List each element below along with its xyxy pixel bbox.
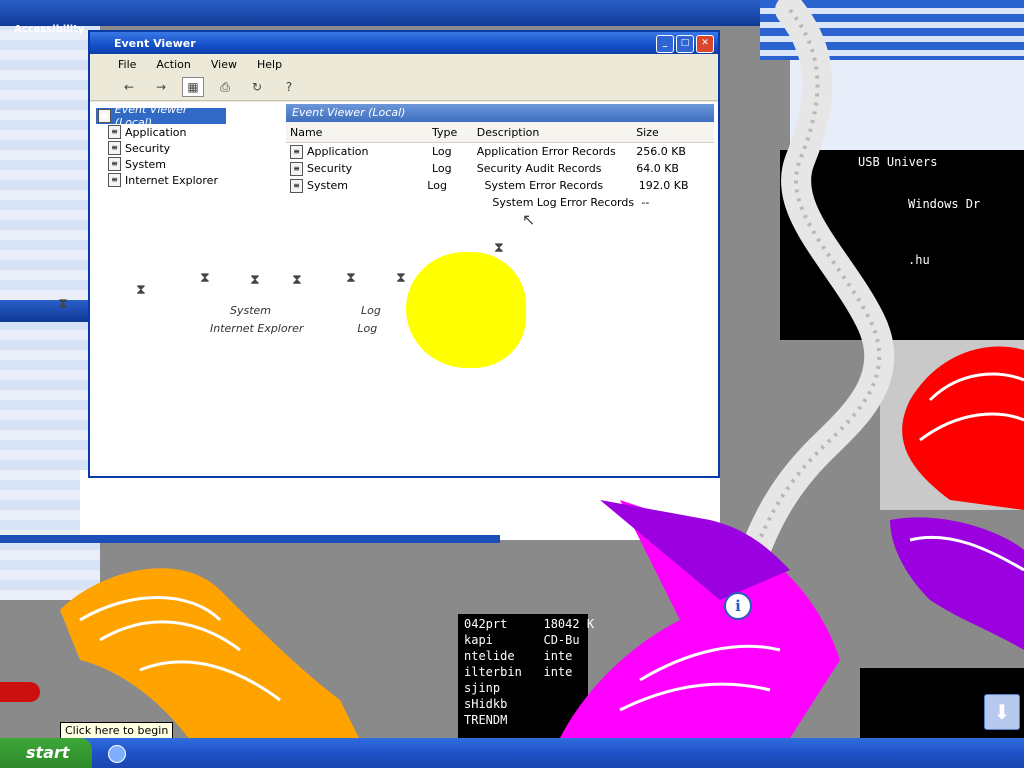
event-viewer-window[interactable]: Event Viewer _ □ ✕ File Action View Help… [88, 30, 720, 478]
hourglass-icon: ⧗ [200, 270, 210, 286]
row-name-cell: ≡ Application [286, 144, 432, 159]
info-icon[interactable]: i [724, 592, 752, 620]
ghost-row-name: Internet Explorer [210, 322, 304, 335]
toolbar: ← → ▦ ⎙ ↻ ? [90, 74, 718, 101]
ghost-row-type: Log [357, 322, 378, 335]
hourglass-icon: ⧗ [396, 270, 406, 286]
background-blue-frame [0, 535, 500, 543]
hourglass-icon: ⧗ [136, 282, 146, 298]
tree-item-system[interactable]: ≡ System [96, 156, 286, 172]
ghost-row-ie: Internet Explorer Log [210, 322, 377, 335]
refresh-icon[interactable]: ↻ [246, 77, 268, 97]
menu-action[interactable]: Action [156, 58, 190, 71]
console-tree-icon[interactable]: ▦ [182, 77, 204, 97]
log-icon: ≡ [290, 144, 303, 159]
log-icon: ≡ [290, 178, 303, 193]
log-list: Event Viewer (Local) Name Type Descripti… [286, 104, 714, 211]
row-name: System [307, 179, 349, 192]
log-icon: ≡ [108, 125, 121, 139]
back-icon[interactable]: ← [118, 77, 140, 97]
ghost-row-system: System Log [230, 304, 381, 317]
tree-item-label: Application [125, 125, 187, 139]
row-name: Security [307, 162, 353, 175]
event-viewer-body: ▣ Event Viewer (Local) ≡ Application ≡ S… [90, 102, 718, 476]
menu-bar: File Action View Help [90, 54, 718, 74]
row-description: Security Audit Records [476, 162, 602, 175]
event-viewer-titlebar[interactable]: Event Viewer _ □ ✕ [90, 32, 718, 54]
start-label: start [26, 743, 70, 762]
column-headers: Name Type Description Size [286, 122, 714, 143]
menu-help[interactable]: Help [257, 58, 282, 71]
table-row[interactable]: ≡ System Log System Error Records 192.0 K… [286, 177, 714, 194]
window-title: Event Viewer [114, 36, 196, 50]
menu-file[interactable]: File [118, 58, 136, 71]
help-icon[interactable]: ? [278, 77, 300, 97]
tree-item-label: Security [125, 141, 171, 155]
tree-item-label: System [125, 157, 167, 171]
column-description[interactable]: Description [477, 126, 636, 139]
scroll-down-arrow-icon[interactable]: ⬇ [984, 694, 1020, 730]
computer-icon: ▣ [98, 109, 111, 123]
red-arrow-icon [0, 682, 40, 702]
row-description: System Log Error Records [492, 196, 635, 209]
tree-item-internet-explorer[interactable]: ≡ Internet Explorer [96, 172, 286, 188]
forward-icon[interactable]: → [150, 77, 172, 97]
tree-root[interactable]: ▣ Event Viewer (Local) [96, 103, 226, 129]
row-name-cell: ≡ Security [286, 161, 432, 176]
yellow-highlight-blob [406, 252, 526, 368]
background-window-title: Accessibility [14, 24, 85, 35]
menu-view[interactable]: View [211, 58, 237, 71]
table-row[interactable]: ≡ Security Log Security Audit Records 64.… [286, 160, 714, 177]
row-description: System Error Records [484, 179, 604, 192]
tree-item-label: Internet Explorer [125, 173, 218, 187]
magenta-smear [560, 500, 840, 738]
row-name: Application [307, 145, 369, 158]
log-icon: ≡ [108, 173, 121, 187]
row-type: Log [427, 179, 447, 192]
row-description: Application Error Records [476, 145, 616, 158]
taskbar: start [0, 738, 1024, 768]
log-icon: ≡ [108, 141, 121, 155]
hourglass-icon: ⧗ [494, 240, 504, 256]
row-type: Log [431, 162, 452, 175]
mouse-pointer-icon: ↖ [522, 210, 536, 229]
hourglass-icon: ⧗ [58, 296, 68, 312]
tree-item-security[interactable]: ≡ Security [96, 140, 286, 156]
hourglass-icon: ⧗ [250, 272, 260, 288]
red-smear [902, 346, 1024, 510]
row-name-cell: ≡ System [286, 178, 427, 193]
start-tooltip: Click here to begin [60, 722, 174, 739]
hourglass-icon: ⧗ [292, 272, 302, 288]
background-blue-smear-left [0, 300, 90, 322]
quick-launch-icon[interactable] [108, 745, 126, 763]
purple-smear [890, 517, 1024, 650]
orange-smear [60, 568, 360, 740]
print-icon[interactable]: ⎙ [214, 77, 236, 97]
column-name[interactable]: Name [286, 126, 432, 139]
row-type: Log [431, 145, 452, 158]
log-icon: ≡ [108, 157, 121, 171]
log-icon: ≡ [290, 161, 303, 176]
list-header: Event Viewer (Local) [286, 104, 714, 122]
hourglass-icon: ⧗ [346, 270, 356, 286]
ghost-row-name: System [230, 304, 272, 317]
ghost-row-type: Log [361, 304, 381, 317]
minimize-button[interactable]: _ [656, 35, 674, 53]
column-type[interactable]: Type [432, 126, 477, 139]
table-row[interactable]: ≡ Application Log Application Error Recor… [286, 143, 714, 160]
start-button[interactable]: start [0, 738, 92, 768]
table-row[interactable]: System Log Error Records -- [286, 194, 714, 211]
console-tree: ▣ Event Viewer (Local) ≡ Application ≡ S… [96, 103, 286, 188]
